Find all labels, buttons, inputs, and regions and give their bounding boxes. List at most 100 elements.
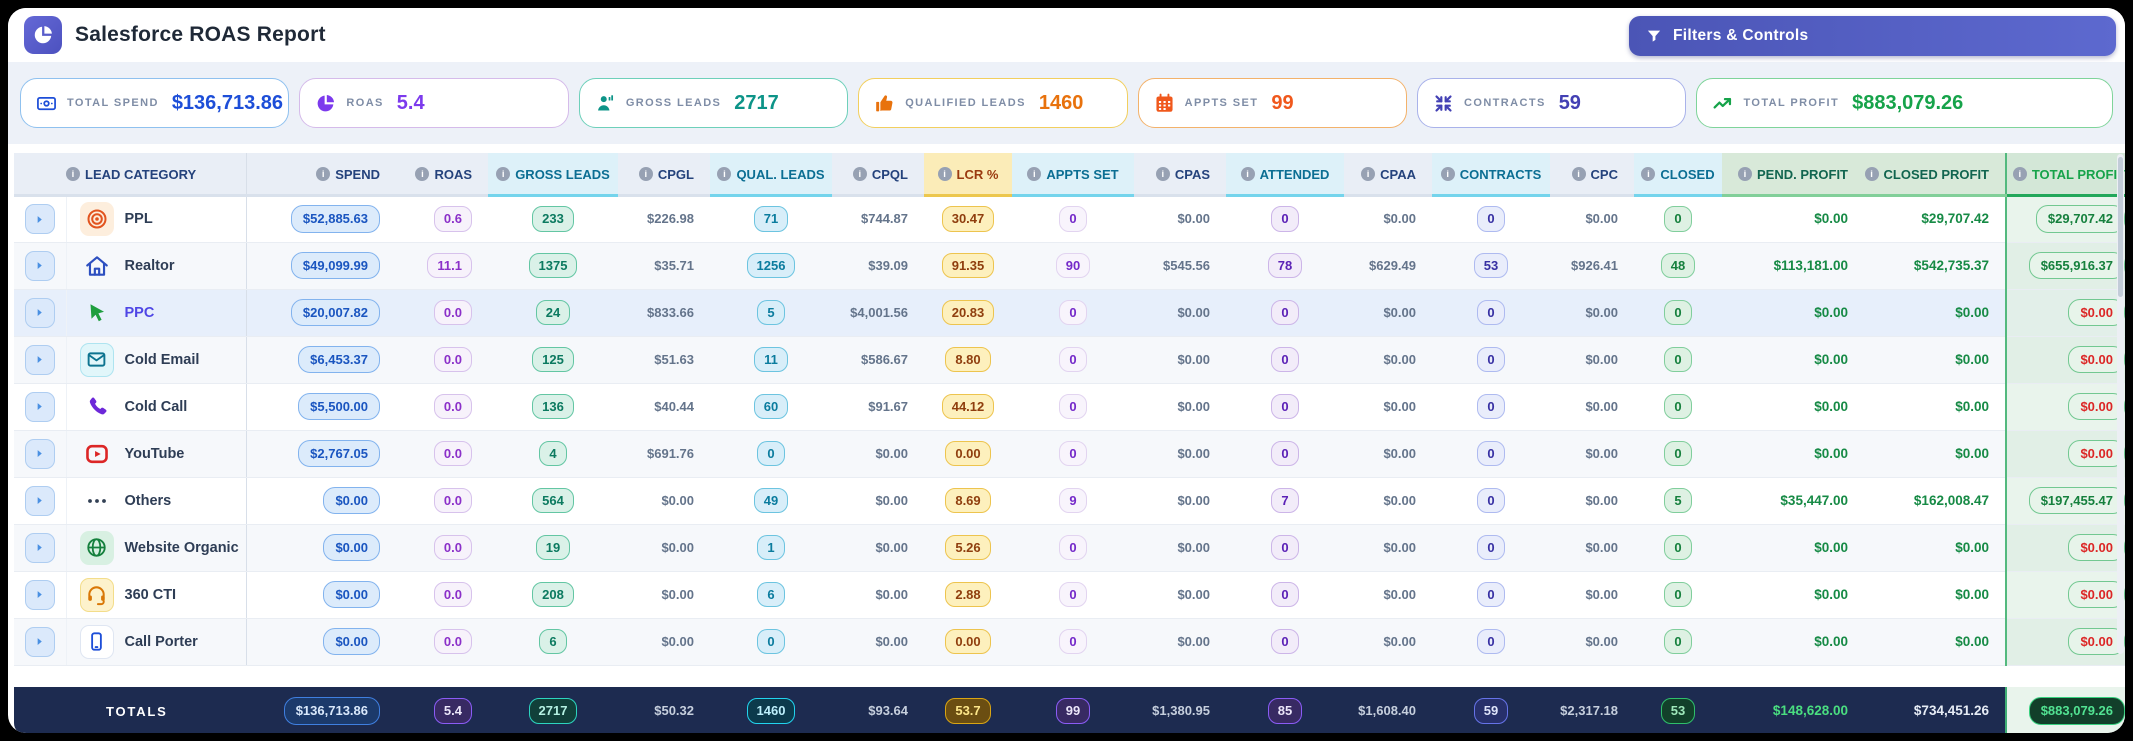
- totals-pend_profit-value: $148,628.00: [1772, 703, 1848, 718]
- expand-row-button[interactable]: [24, 485, 55, 516]
- info-icon[interactable]: i: [852, 167, 867, 182]
- info-icon[interactable]: i: [1571, 167, 1586, 182]
- info-icon[interactable]: i: [316, 167, 331, 182]
- scrollbar-thumb[interactable]: [2118, 157, 2123, 297]
- totals-spend-pill: $136,713.86: [283, 697, 380, 725]
- cpql-value: $0.00: [875, 586, 908, 602]
- info-icon[interactable]: i: [1737, 167, 1752, 182]
- table-body: PPL $52,885.63 0.6 233 $226.98 71 $744.87 30.47…: [14, 195, 2125, 687]
- filters-controls-button[interactable]: Filters & Controls: [1629, 16, 2116, 56]
- banknote-icon: [36, 93, 57, 114]
- info-icon[interactable]: i: [1864, 167, 1879, 182]
- table-row-others: Others $0.00 0.0 564 $0.00 49 $0.00 8.69 9 $0.00 7…: [14, 477, 2125, 525]
- spend-pill: $52,885.63: [290, 205, 380, 233]
- cpaa-value: $629.49: [1369, 257, 1416, 273]
- column-header-label: SPEND: [335, 166, 380, 182]
- cpaa-value: $0.00: [1383, 351, 1416, 367]
- filters-controls-label: Filters & Controls: [1673, 27, 1809, 44]
- info-icon[interactable]: i: [496, 167, 511, 182]
- table-row-cold-email: Cold Email $6,453.37 0.0 125 $51.63 11 $586.67…: [14, 336, 2125, 384]
- kpi-label: APPTS SET: [1184, 97, 1259, 109]
- info-icon[interactable]: i: [1027, 167, 1042, 182]
- qual_leads-pill: 1256: [746, 252, 796, 279]
- cpas-value: $0.00: [1177, 539, 1210, 555]
- closed_profit-value: $0.00: [1955, 445, 1989, 461]
- person-icon: [595, 93, 616, 114]
- closed-pill: 5: [1664, 487, 1692, 514]
- dots-icon: [80, 484, 114, 518]
- expand-row-button[interactable]: [24, 438, 55, 469]
- cpql-value: $4,001.56: [850, 304, 908, 320]
- expand-row-button[interactable]: [24, 391, 55, 422]
- totals-cpc-value: $2,317.18: [1560, 703, 1618, 718]
- cpql-value: $586.67: [861, 351, 908, 367]
- column-header-cpc: i CPC: [1550, 153, 1634, 197]
- column-header-lcr: i LCR %: [924, 153, 1012, 197]
- youtube-icon: [80, 437, 114, 471]
- column-header-label: LCR %: [956, 166, 999, 182]
- lcr-pill: 0.00: [945, 440, 991, 467]
- appts_set-pill: 0: [1059, 346, 1087, 373]
- cpc-value: $0.00: [1585, 351, 1618, 367]
- closed-pill: 0: [1664, 206, 1692, 232]
- vertical-scrollbar[interactable]: [2117, 154, 2124, 654]
- appts_set-pill: 0: [1059, 299, 1087, 326]
- calendar-icon: [1154, 93, 1175, 114]
- info-icon[interactable]: i: [1641, 167, 1656, 182]
- lcr-pill: 8.80: [945, 346, 991, 373]
- kpi-value: 1460: [1038, 91, 1084, 114]
- closed-pill: 0: [1664, 581, 1692, 608]
- pend_profit-value: $0.00: [1814, 398, 1848, 414]
- roas-pill: 0.0: [433, 440, 472, 467]
- closed_profit-value: $0.00: [1955, 586, 1989, 602]
- cpql-value: $0.00: [875, 445, 908, 461]
- funnel-icon: [1646, 28, 1662, 44]
- info-icon[interactable]: i: [66, 167, 80, 182]
- expand-row-button[interactable]: [24, 204, 55, 234]
- totals-roas-pill: 5.4: [433, 698, 472, 724]
- cpaa-value: $0.00: [1383, 586, 1416, 602]
- info-icon[interactable]: i: [1155, 167, 1170, 182]
- expand-row-button[interactable]: [24, 579, 55, 610]
- cpas-value: $0.00: [1177, 445, 1210, 461]
- expand-row-button[interactable]: [24, 344, 55, 375]
- expand-row-button[interactable]: [24, 532, 55, 563]
- info-icon[interactable]: i: [415, 167, 430, 182]
- info-icon[interactable]: i: [638, 167, 653, 182]
- info-icon[interactable]: i: [2012, 167, 2027, 182]
- lead-category-label: 360 CTI: [124, 586, 177, 603]
- closed-pill: 0: [1664, 534, 1692, 561]
- kpi-card-roas: ROAS 5.4: [299, 78, 569, 128]
- kpi-value: $136,713.86: [171, 91, 284, 114]
- kpi-card-gross-leads: GROSS LEADS 2717: [578, 78, 849, 128]
- info-icon[interactable]: i: [1361, 167, 1376, 182]
- attended-pill: 0: [1271, 581, 1299, 608]
- cpas-value: $0.00: [1177, 304, 1210, 320]
- totals-cpql-value: $93.64: [868, 703, 908, 718]
- info-icon[interactable]: i: [1240, 167, 1255, 182]
- kpi-label: QUALIFIED LEADS: [905, 97, 1026, 109]
- column-header-label: TOTAL PROFIT: [2031, 166, 2125, 182]
- info-icon[interactable]: i: [937, 167, 952, 182]
- contracts-pill: 0: [1477, 581, 1505, 608]
- info-icon[interactable]: i: [717, 167, 732, 182]
- totals-attended-pill: 85: [1267, 698, 1303, 724]
- cpql-value: $0.00: [875, 539, 908, 555]
- expand-row-button[interactable]: [24, 626, 55, 657]
- info-icon[interactable]: i: [1440, 167, 1455, 182]
- totals-cpas-value: $1,380.95: [1152, 703, 1210, 718]
- qual_leads-pill: 60: [753, 393, 789, 420]
- cpaa-value: $0.00: [1383, 211, 1416, 226]
- expand-row-button[interactable]: [24, 297, 55, 328]
- attended-pill: 0: [1271, 299, 1299, 326]
- contracts-icon: [1433, 93, 1454, 114]
- attended-pill: 0: [1271, 440, 1299, 467]
- spend-pill: $6,453.37: [298, 345, 380, 374]
- column-header-label: QUAL. LEADS: [736, 166, 825, 182]
- gross_leads-pill: 4: [539, 440, 567, 467]
- closed-pill: 48: [1660, 252, 1696, 279]
- expand-row-button[interactable]: [24, 250, 55, 281]
- qual_leads-pill: 5: [757, 299, 785, 326]
- qual_leads-pill: 0: [757, 440, 785, 467]
- pie-chart-icon: [315, 93, 336, 114]
